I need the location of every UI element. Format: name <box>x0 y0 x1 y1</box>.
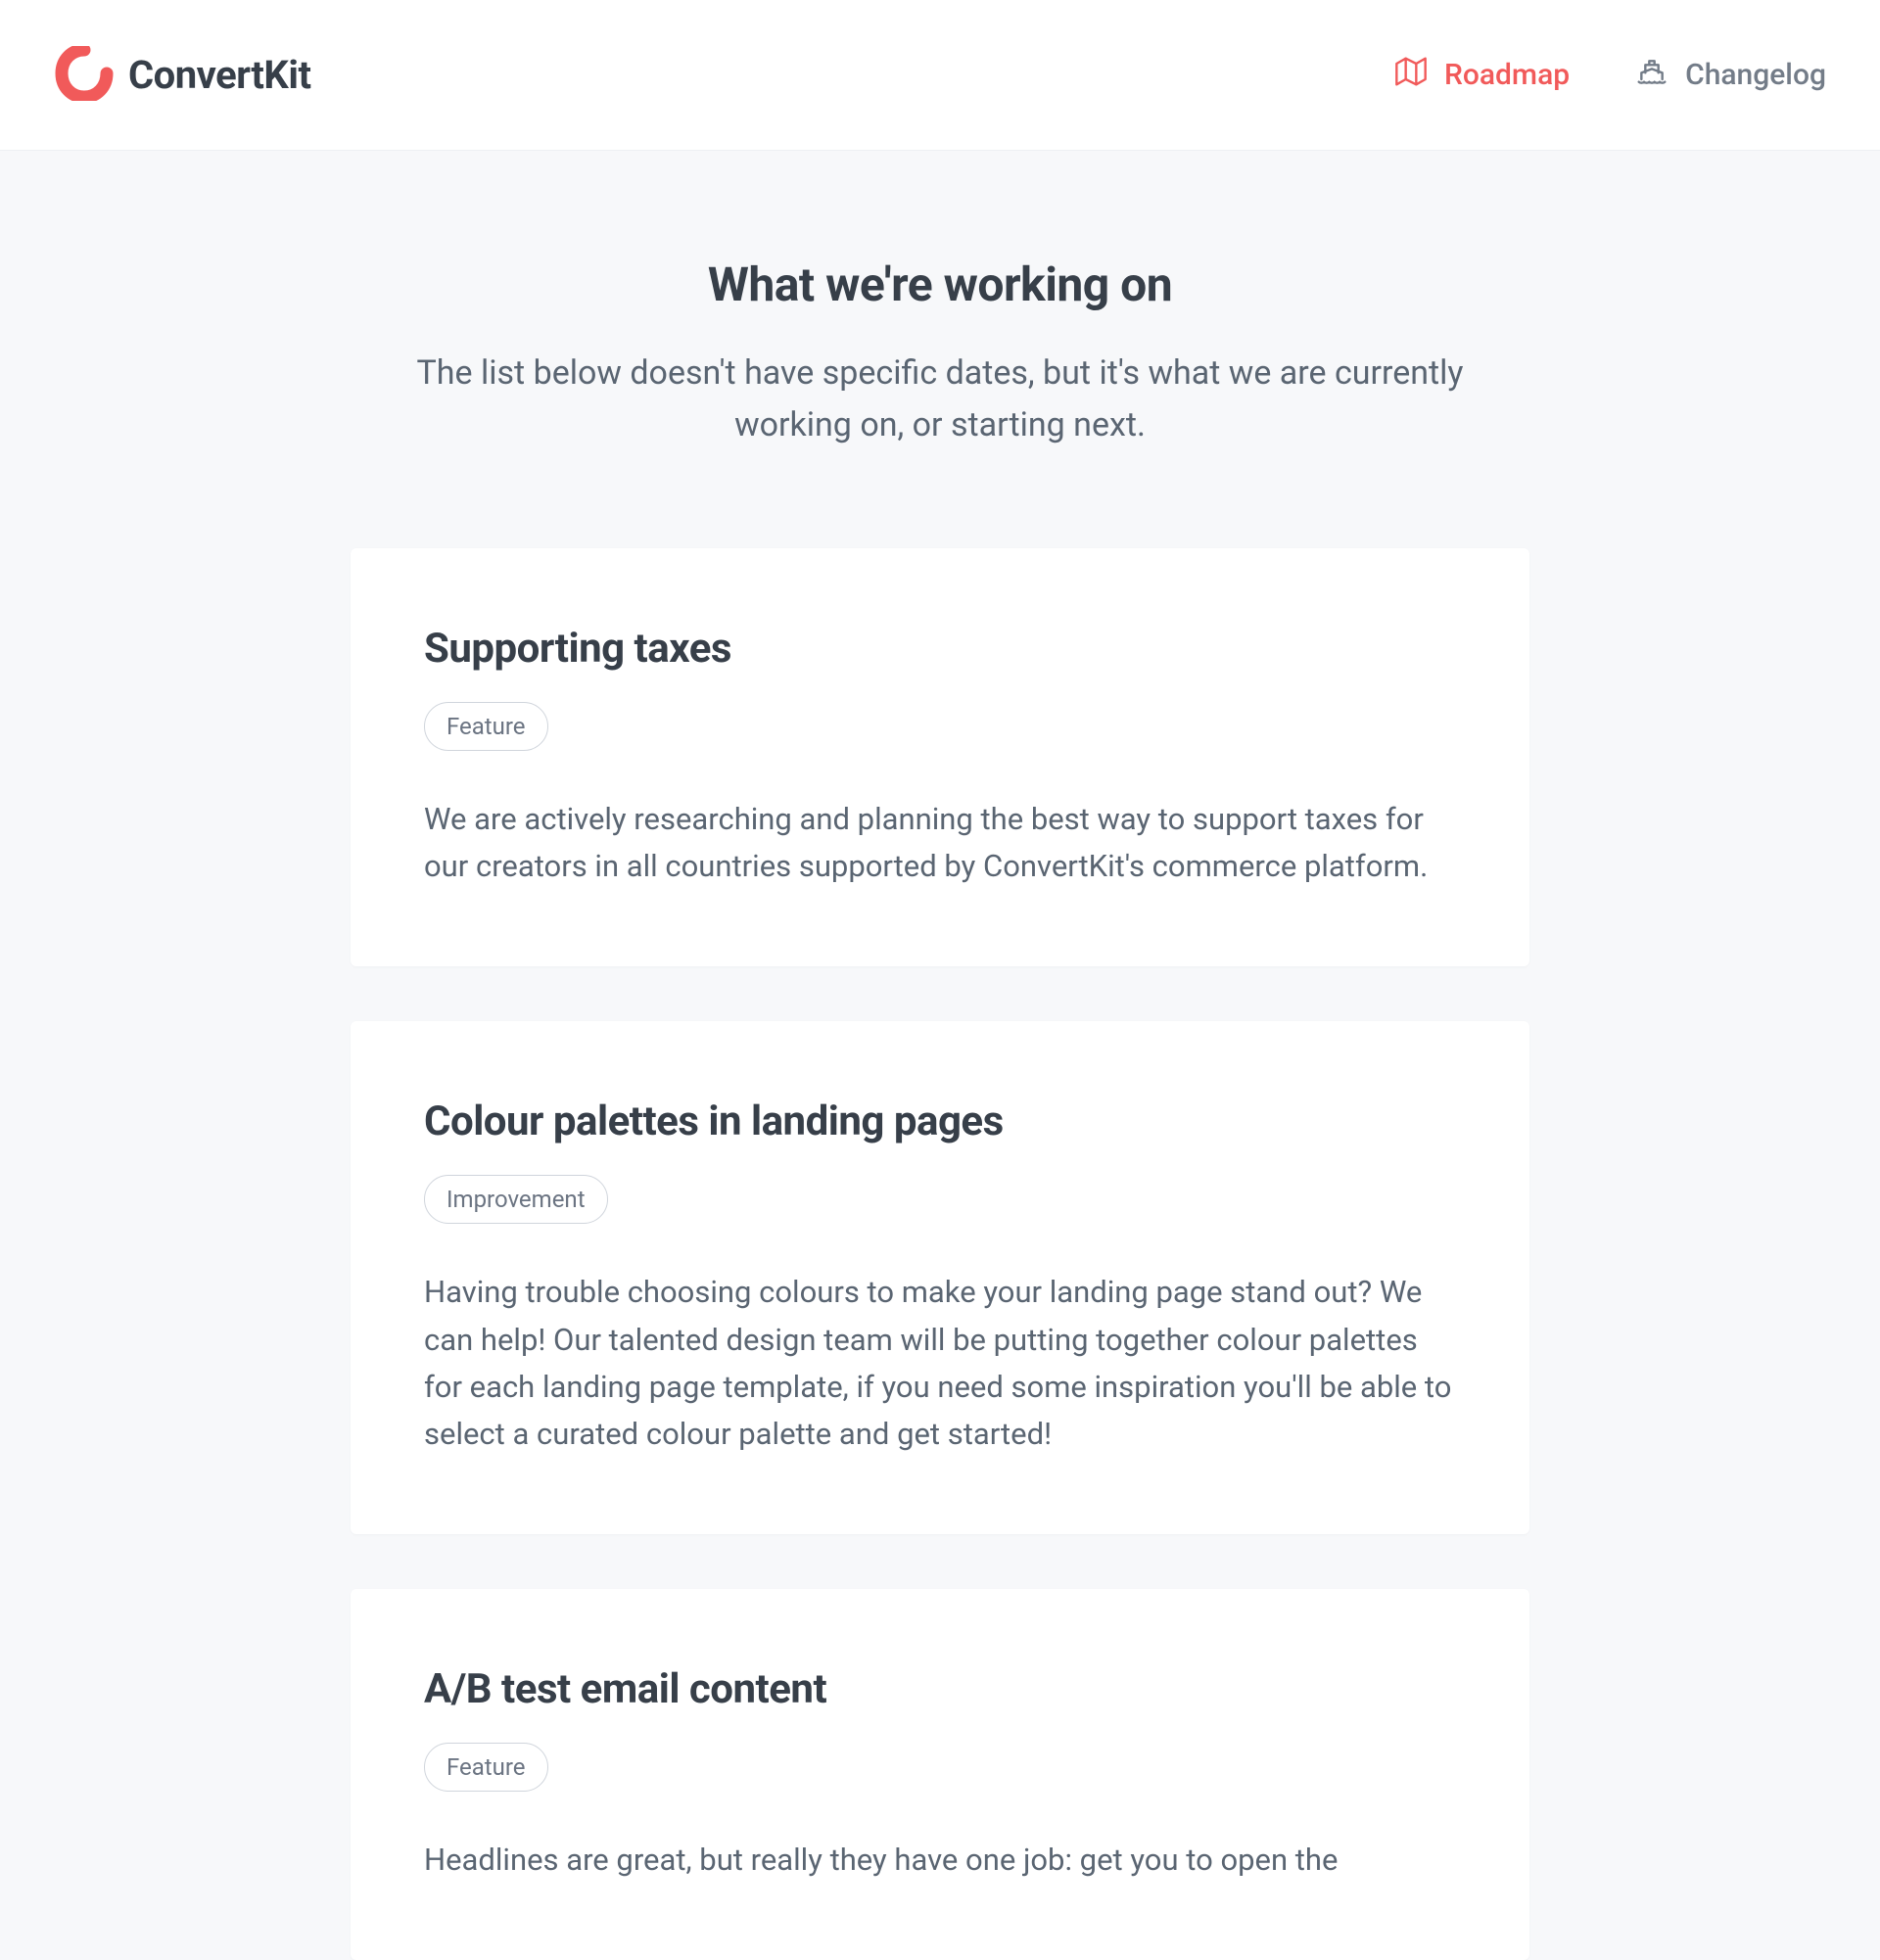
card-title: Colour palettes in landing pages <box>424 1097 1456 1145</box>
roadmap-card[interactable]: Supporting taxes Feature We are actively… <box>351 548 1529 966</box>
card-badge: Improvement <box>424 1175 608 1224</box>
nav-roadmap[interactable]: Roadmap <box>1395 56 1570 95</box>
nav: Roadmap Changelog <box>1395 56 1826 95</box>
card-description: Headlines are great, but really they hav… <box>424 1837 1456 1884</box>
roadmap-card[interactable]: A/B test email content Feature Headlines… <box>351 1589 1529 1960</box>
card-title: Supporting taxes <box>424 625 1456 673</box>
map-icon <box>1395 56 1427 95</box>
page-subtitle: The list below doesn't have specific dat… <box>392 348 1488 450</box>
logo-icon <box>54 46 115 105</box>
logo[interactable]: ConvertKit <box>54 46 310 105</box>
roadmap-card[interactable]: Colour palettes in landing pages Improve… <box>351 1021 1529 1533</box>
card-description: Having trouble choosing colours to make … <box>424 1269 1456 1457</box>
cards-list: Supporting taxes Feature We are actively… <box>351 548 1529 1959</box>
page-title: What we're working on <box>351 257 1529 312</box>
main-content: What we're working on The list below doe… <box>351 151 1529 1960</box>
brand-name: ConvertKit <box>128 52 310 98</box>
card-badge: Feature <box>424 1743 548 1792</box>
card-title: A/B test email content <box>424 1665 1456 1713</box>
card-badge: Feature <box>424 702 548 751</box>
ship-icon <box>1636 56 1668 95</box>
header: ConvertKit Roadmap Changel <box>0 0 1880 151</box>
nav-roadmap-label: Roadmap <box>1444 58 1570 92</box>
nav-changelog[interactable]: Changelog <box>1636 56 1826 95</box>
nav-changelog-label: Changelog <box>1685 58 1826 92</box>
card-description: We are actively researching and planning… <box>424 796 1456 890</box>
